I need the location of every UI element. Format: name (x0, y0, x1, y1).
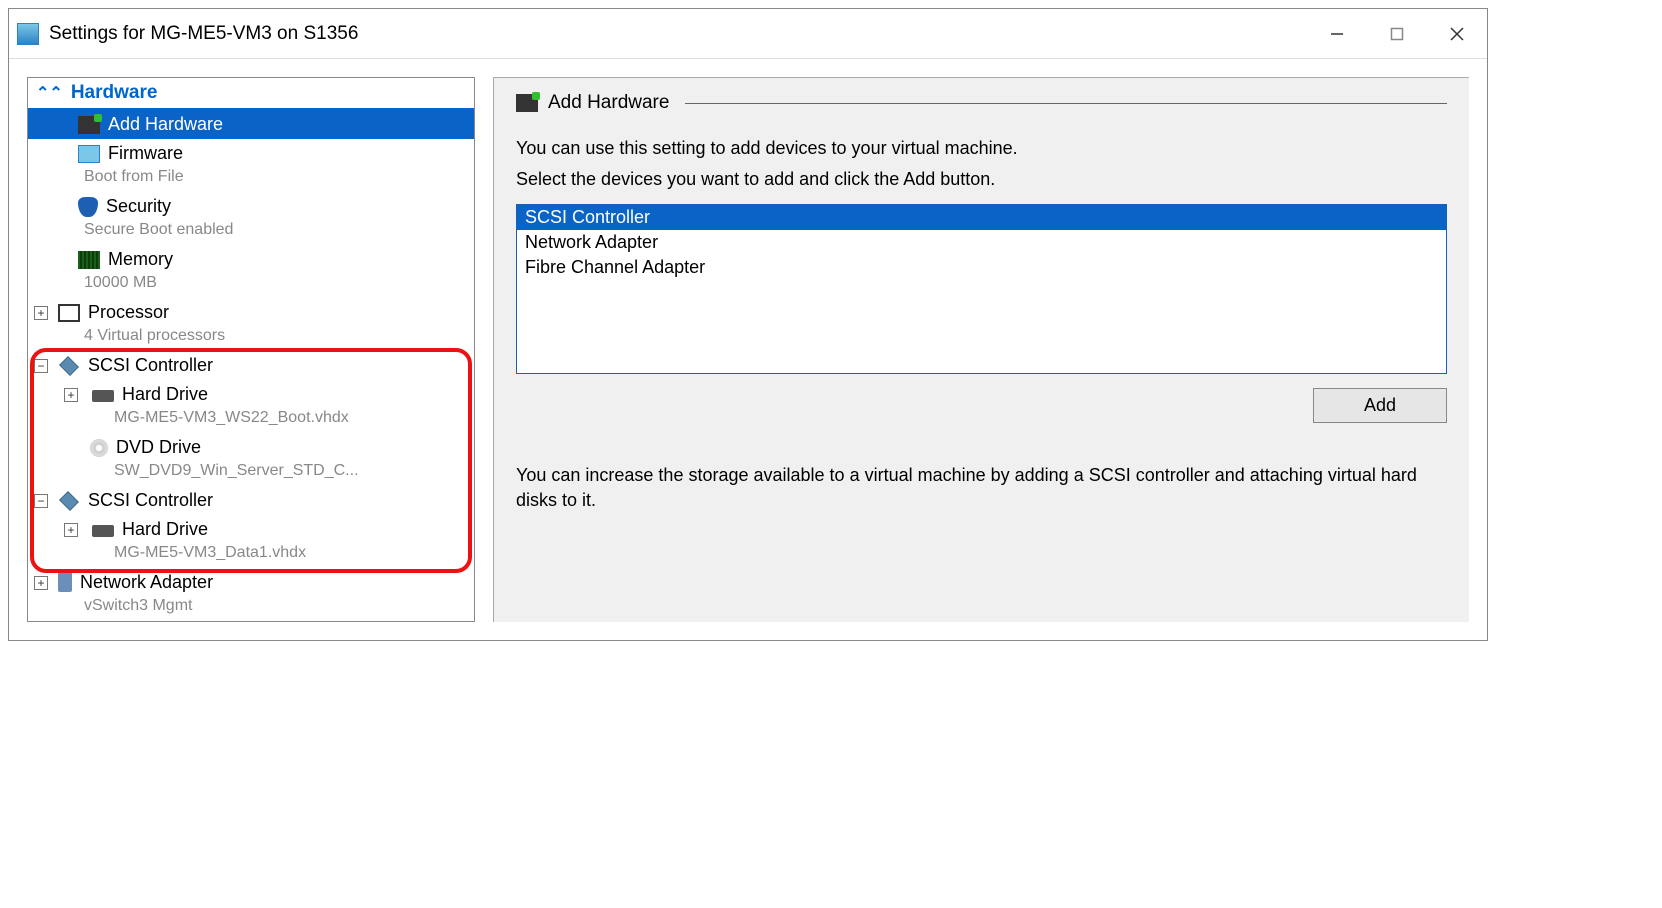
collapse-chevron-icon: ⌃⌃ (36, 83, 63, 103)
tree-label: Processor (88, 302, 169, 323)
tree-item-processor[interactable]: + Processor (28, 298, 474, 327)
tree-item-network-adapter[interactable]: + Network Adapter (28, 568, 474, 597)
tree-item-hard-drive-2[interactable]: + Hard Drive (28, 515, 474, 544)
scsi-controller-icon (59, 356, 79, 376)
tree-label: SCSI Controller (88, 355, 213, 376)
tree-sublabel: MG-ME5-VM3_Data1.vhdx (28, 544, 474, 568)
tree-label: Add Hardware (108, 114, 223, 135)
tree-item-hard-drive-1[interactable]: + Hard Drive (28, 380, 474, 409)
tree-label: Hard Drive (122, 519, 208, 540)
hardware-tree-panel: ⌃⌃ Hardware Add Hardware Firmware (27, 77, 475, 622)
add-button[interactable]: Add (1313, 388, 1447, 423)
expand-icon[interactable]: + (34, 576, 48, 590)
expand-icon[interactable]: + (34, 306, 48, 320)
tree-sublabel: Boot from File (28, 168, 474, 192)
tree-item-security[interactable]: Security (28, 192, 474, 221)
add-hardware-panel: Add Hardware You can use this setting to… (493, 77, 1469, 622)
collapse-icon[interactable]: − (34, 494, 48, 508)
header-divider (685, 103, 1447, 104)
panel-title: Add Hardware (548, 92, 669, 114)
tree-sublabel: SW_DVD9_Win_Server_STD_C... (28, 462, 474, 486)
hardware-section-header[interactable]: ⌃⌃ Hardware (28, 78, 474, 110)
tree-sublabel: Secure Boot enabled (28, 221, 474, 245)
settings-window: Settings for MG-ME5-VM3 on S1356 ⌃⌃ Hard… (8, 8, 1488, 641)
tree-item-scsi-controller-2[interactable]: − SCSI Controller (28, 486, 474, 515)
add-hardware-icon (516, 94, 538, 112)
expand-icon[interactable]: + (64, 523, 78, 537)
shield-icon (78, 197, 98, 217)
panel-note: You can increase the storage available t… (516, 463, 1447, 513)
tree-item-firmware[interactable]: Firmware (28, 139, 474, 168)
tree-item-memory[interactable]: Memory (28, 245, 474, 274)
window-controls (1307, 11, 1487, 57)
tree-sublabel: 10000 MB (28, 274, 474, 298)
device-option-network[interactable]: Network Adapter (517, 230, 1446, 255)
device-option-fibre-channel[interactable]: Fibre Channel Adapter (517, 255, 1446, 280)
tree-label: Firmware (108, 143, 183, 164)
tree-label: Network Adapter (80, 572, 213, 593)
hard-drive-icon (92, 525, 114, 537)
tree-label: Memory (108, 249, 173, 270)
tree-item-scsi-controller-1[interactable]: − SCSI Controller (28, 351, 474, 380)
tree-label: DVD Drive (116, 437, 201, 458)
tree-item-add-hardware[interactable]: Add Hardware (28, 110, 474, 139)
scsi-controller-icon (59, 491, 79, 511)
content-area: ⌃⌃ Hardware Add Hardware Firmware (9, 59, 1487, 640)
app-icon (17, 23, 39, 45)
tree-sublabel: MG-ME5-VM3_WS22_Boot.vhdx (28, 409, 474, 433)
hard-drive-icon (92, 390, 114, 402)
memory-icon (78, 251, 100, 269)
network-adapter-icon (58, 572, 72, 592)
maximize-button[interactable] (1367, 11, 1427, 57)
titlebar: Settings for MG-ME5-VM3 on S1356 (9, 9, 1487, 59)
hardware-header-label: Hardware (71, 82, 158, 104)
window-title: Settings for MG-ME5-VM3 on S1356 (49, 23, 358, 45)
panel-description-1: You can use this setting to add devices … (516, 138, 1447, 159)
panel-description-2: Select the devices you want to add and c… (516, 169, 1447, 190)
tree-sublabel: 4 Virtual processors (28, 327, 474, 351)
collapse-icon[interactable]: − (34, 359, 48, 373)
expand-icon[interactable]: + (64, 388, 78, 402)
firmware-icon (78, 145, 100, 163)
tree-item-dvd-drive[interactable]: DVD Drive (28, 433, 474, 462)
processor-icon (58, 304, 80, 322)
tree-label: Security (106, 196, 171, 217)
tree-label: SCSI Controller (88, 490, 213, 511)
device-option-scsi[interactable]: SCSI Controller (517, 205, 1446, 230)
device-listbox[interactable]: SCSI Controller Network Adapter Fibre Ch… (516, 204, 1447, 374)
tree-sublabel: vSwitch3 Mgmt (28, 597, 474, 621)
panel-header: Add Hardware (516, 92, 1447, 120)
dvd-drive-icon (90, 439, 108, 457)
add-hardware-icon (78, 116, 100, 134)
close-button[interactable] (1427, 11, 1487, 57)
tree-label: Hard Drive (122, 384, 208, 405)
minimize-button[interactable] (1307, 11, 1367, 57)
